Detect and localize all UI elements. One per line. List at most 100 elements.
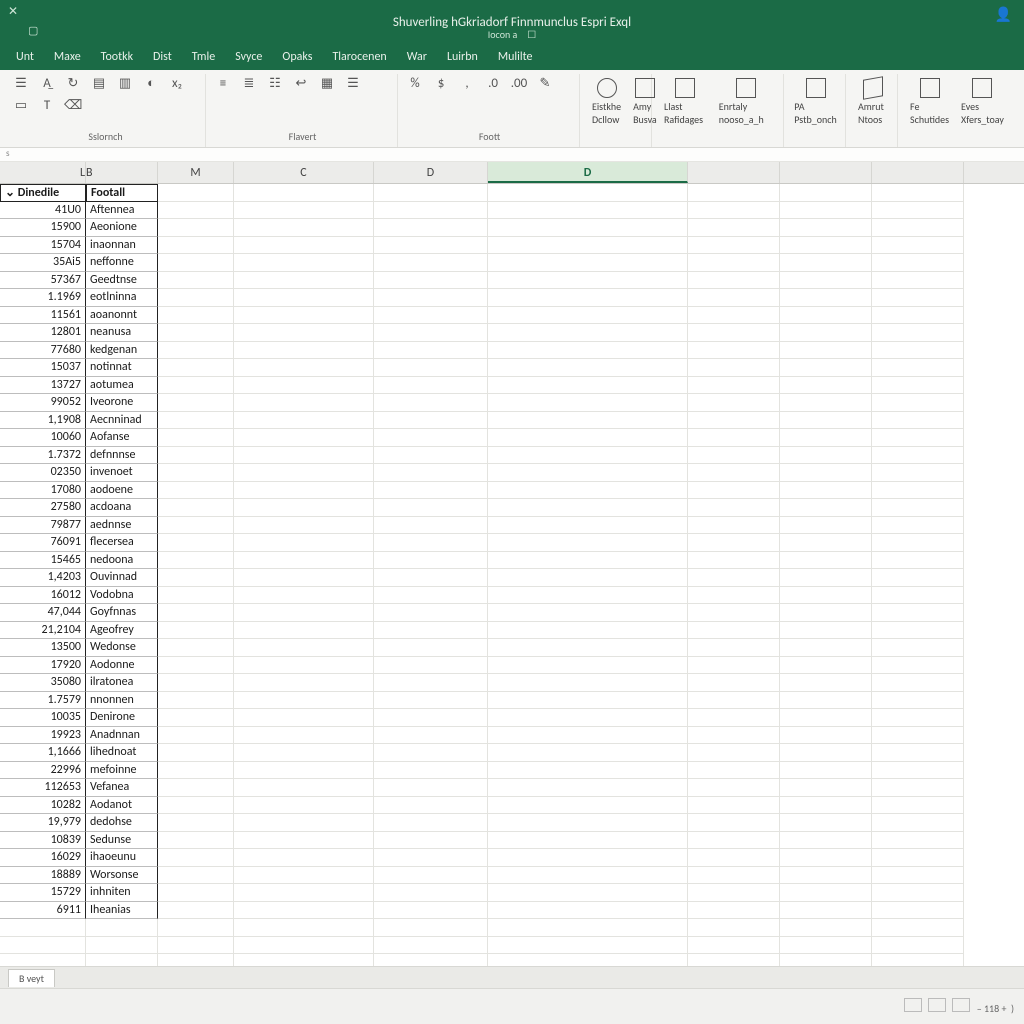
cell[interactable]	[488, 569, 688, 587]
cell[interactable]	[158, 324, 234, 342]
cell[interactable]: nedoona	[86, 552, 158, 570]
cell[interactable]	[488, 202, 688, 220]
cell[interactable]	[488, 307, 688, 325]
cell[interactable]	[872, 534, 964, 552]
cell[interactable]	[872, 884, 964, 902]
cell[interactable]	[374, 709, 488, 727]
cell[interactable]: flecersea	[86, 534, 158, 552]
cell[interactable]	[374, 657, 488, 675]
cell[interactable]	[158, 534, 234, 552]
cell[interactable]	[872, 832, 964, 850]
cell[interactable]: 79877	[0, 517, 86, 535]
align-top-icon[interactable]: ≡	[214, 76, 232, 92]
cell[interactable]	[780, 587, 872, 605]
cell[interactable]	[234, 219, 374, 237]
autosave-icon[interactable]: ▢	[28, 24, 38, 37]
cell[interactable]	[872, 762, 964, 780]
cell[interactable]	[872, 867, 964, 885]
cell[interactable]	[872, 727, 964, 745]
menu-item[interactable]: Unt	[16, 50, 34, 64]
column-header[interactable]: M	[158, 162, 234, 183]
cell[interactable]	[374, 482, 488, 500]
cell[interactable]	[374, 219, 488, 237]
cell[interactable]	[488, 727, 688, 745]
cell[interactable]	[374, 517, 488, 535]
cell[interactable]: inhniten	[86, 884, 158, 902]
cell[interactable]	[158, 692, 234, 710]
currency-icon[interactable]: $	[432, 76, 450, 92]
cell[interactable]	[158, 849, 234, 867]
cell[interactable]	[374, 202, 488, 220]
cell[interactable]	[872, 219, 964, 237]
cell[interactable]: 10839	[0, 832, 86, 850]
cell[interactable]	[780, 832, 872, 850]
indent-icon[interactable]: ▤	[90, 76, 108, 92]
cell[interactable]	[488, 552, 688, 570]
cell[interactable]: 1,1666	[0, 744, 86, 762]
cell[interactable]	[488, 272, 688, 290]
cell[interactable]	[488, 237, 688, 255]
cell[interactable]	[872, 394, 964, 412]
cell[interactable]	[488, 919, 688, 937]
cell[interactable]	[780, 202, 872, 220]
cell[interactable]: Aofanse	[86, 429, 158, 447]
cell[interactable]: 99052	[0, 394, 86, 412]
cell[interactable]	[872, 289, 964, 307]
cell[interactable]	[872, 359, 964, 377]
cell[interactable]	[488, 709, 688, 727]
cell[interactable]: aodoene	[86, 482, 158, 500]
cell[interactable]: 15037	[0, 359, 86, 377]
cell[interactable]	[872, 919, 964, 937]
cell[interactable]: 12801	[0, 324, 86, 342]
cell[interactable]	[374, 412, 488, 430]
align-justify-icon[interactable]: ☰	[344, 76, 362, 92]
cell[interactable]	[780, 447, 872, 465]
column-header[interactable]	[688, 162, 780, 183]
menu-item[interactable]: Tmle	[192, 50, 215, 64]
cell[interactable]	[872, 814, 964, 832]
cell[interactable]: ⌄ Dinedile	[0, 184, 86, 202]
cell[interactable]: Anadnnan	[86, 727, 158, 745]
cell[interactable]: 15465	[0, 552, 86, 570]
cell[interactable]	[780, 237, 872, 255]
cell[interactable]: inaonnan	[86, 237, 158, 255]
cell[interactable]	[158, 832, 234, 850]
cell[interactable]	[780, 727, 872, 745]
cell[interactable]: Iheanias	[86, 902, 158, 920]
cell[interactable]	[780, 569, 872, 587]
cell[interactable]: 22996	[0, 762, 86, 780]
cell[interactable]	[872, 587, 964, 605]
cell[interactable]	[374, 447, 488, 465]
cell[interactable]	[234, 499, 374, 517]
cell[interactable]	[234, 447, 374, 465]
cell[interactable]	[872, 849, 964, 867]
cell[interactable]	[158, 307, 234, 325]
cell[interactable]	[374, 307, 488, 325]
cell[interactable]	[872, 639, 964, 657]
cell[interactable]	[158, 569, 234, 587]
ribbon-sort-button[interactable]: Amrut Ntoos	[854, 76, 891, 128]
cell[interactable]	[234, 272, 374, 290]
cell[interactable]: ihaoeunu	[86, 849, 158, 867]
cell[interactable]: 41U0	[0, 202, 86, 220]
cell[interactable]	[688, 744, 780, 762]
subscript-icon[interactable]: x₂	[168, 76, 186, 92]
cell[interactable]	[688, 237, 780, 255]
cell[interactable]	[234, 832, 374, 850]
cell[interactable]: invenoet	[86, 464, 158, 482]
cell[interactable]: 19,979	[0, 814, 86, 832]
cell[interactable]	[488, 867, 688, 885]
cell[interactable]	[872, 324, 964, 342]
cell[interactable]: Aeonione	[86, 219, 158, 237]
cell[interactable]	[780, 324, 872, 342]
cell[interactable]	[234, 237, 374, 255]
cell[interactable]	[158, 744, 234, 762]
cell[interactable]	[780, 884, 872, 902]
cell[interactable]: aoanonnt	[86, 307, 158, 325]
cell[interactable]	[234, 902, 374, 920]
cell[interactable]	[780, 779, 872, 797]
cell[interactable]: dedohse	[86, 814, 158, 832]
column-header[interactable]	[872, 162, 964, 183]
cell[interactable]	[374, 692, 488, 710]
cell[interactable]	[688, 762, 780, 780]
